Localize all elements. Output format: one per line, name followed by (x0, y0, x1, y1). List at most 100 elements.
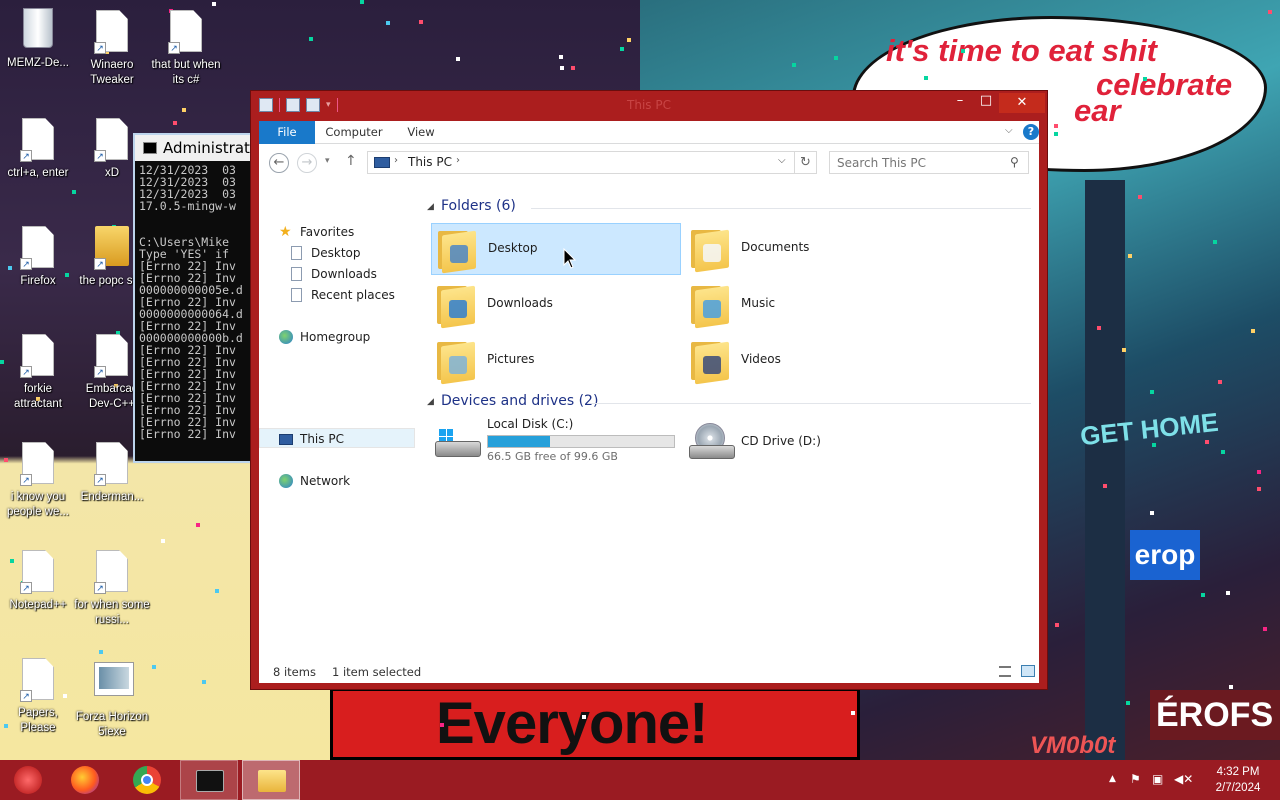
chrome-icon (133, 766, 161, 794)
folder-tile-downloads[interactable]: Downloads (431, 279, 681, 331)
folder-tile-pictures[interactable]: Pictures (431, 335, 681, 387)
taskbar-command-prompt[interactable] (180, 760, 238, 800)
star-icon: ★ (279, 224, 292, 240)
nav-homegroup[interactable]: Homegroup (259, 327, 370, 347)
nav-favorite-recent-places[interactable]: Recent places (259, 285, 395, 305)
clock[interactable]: 4:32 PM 2/7/2024 (1198, 764, 1278, 796)
taskbar-file-explorer[interactable] (242, 760, 300, 800)
network-tray-icon[interactable]: ▣ (1152, 772, 1163, 786)
taskbar-firefox[interactable] (56, 760, 114, 800)
confetti-piece (152, 665, 156, 669)
navigation-pane: ★ Favorites Desktop Downloads Recent pla… (259, 184, 419, 654)
desktop-icon[interactable]: Forza Horizon 5iexe (74, 658, 150, 740)
drives-group-header[interactable]: ◢ Devices and drives (2) (427, 393, 1033, 413)
nav-network[interactable]: Network (259, 471, 350, 491)
shortcut-doc-icon: ↗ (20, 442, 56, 486)
drive-local-disk-c[interactable]: Local Disk (C:) 66.5 GB free of 99.6 GB (431, 417, 681, 469)
wallpaper-city-sign-2: ÉROFS (1150, 690, 1280, 740)
folder-music-icon (691, 284, 731, 329)
folder-tile-music[interactable]: Music (685, 279, 935, 331)
group-divider (591, 403, 1031, 404)
details-view-icon[interactable] (999, 666, 1011, 677)
folders-group-header[interactable]: ◢ Folders (6) (427, 198, 1033, 218)
nav-favorite-downloads[interactable]: Downloads (259, 264, 377, 284)
expand-ribbon-icon[interactable]: ⌵ (1005, 125, 1013, 136)
drive-cd-d[interactable]: CD Drive (D:) (685, 417, 935, 469)
confetti-piece (215, 589, 219, 593)
file-explorer-window[interactable]: ▾ This PC – □ ✕ File Computer View ⌵ ? ←… (250, 90, 1048, 690)
confetti-piece (202, 680, 206, 684)
shortcut-doc-icon: ↗ (168, 10, 204, 54)
desktop-icon-label: ctrl+a, enter (7, 167, 69, 179)
confetti-piece (620, 47, 624, 51)
folder-tile-documents[interactable]: Documents (685, 223, 935, 275)
cmd-icon (143, 142, 157, 154)
nav-favorites[interactable]: ★ Favorites (259, 222, 354, 242)
folder-label: Pictures (487, 352, 535, 366)
desktop-icon[interactable]: ↗ Firefox (0, 226, 76, 289)
breadcrumb-this-pc[interactable]: This PC (408, 155, 452, 169)
wallpaper-tower (1085, 180, 1125, 760)
status-selection: 1 item selected (332, 665, 422, 679)
collapse-triangle-icon[interactable]: ◢ (427, 202, 434, 212)
folder-tile-desktop[interactable]: Desktop (431, 223, 681, 275)
wallpaper-city-sign: erop (1130, 530, 1200, 580)
close-button[interactable]: ✕ (999, 93, 1045, 113)
console-window[interactable]: Administrator 12/31/2023 03 12/31/2023 03… (133, 133, 263, 463)
confetti-piece (1201, 593, 1205, 597)
desktop-icon[interactable]: ↗ Papers, Please (0, 658, 76, 736)
taskbar: ▲ ⚑ ▣ ◀✕ 4:32 PM 2/7/2024 (0, 760, 1280, 800)
desktop-icon[interactable]: ↗ forkie attractant (0, 334, 76, 412)
collapse-triangle-icon[interactable]: ◢ (427, 397, 434, 407)
desktop-icon[interactable]: ↗ for when some russi... (74, 550, 150, 628)
folder-label: Desktop (488, 241, 538, 255)
search-box[interactable]: ⚲ (829, 151, 1029, 174)
minimize-button[interactable]: – (947, 91, 973, 111)
desktop-icon[interactable]: ↗ ctrl+a, enter (0, 118, 76, 181)
refresh-button[interactable]: ↻ (795, 151, 817, 174)
folder-tile-videos[interactable]: Videos (685, 335, 935, 387)
cd-drive-icon (689, 423, 735, 459)
desktop-icon[interactable]: ↗ Notepad++ (0, 550, 76, 613)
forward-button[interactable]: → (297, 153, 317, 173)
volume-muted-icon[interactable]: ◀✕ (1174, 772, 1193, 786)
start-button[interactable] (0, 760, 58, 800)
show-hidden-icons[interactable]: ▲ (1109, 774, 1116, 784)
desktop-icon[interactable]: ↗ that but when its c# (148, 10, 224, 88)
breadcrumb-chevron-icon[interactable]: › (456, 155, 460, 166)
up-button[interactable]: ↑ (345, 153, 357, 169)
back-button[interactable]: ← (269, 153, 289, 173)
explorer-titlebar[interactable]: ▾ This PC – □ ✕ (251, 91, 1047, 121)
breadcrumb-separator-icon[interactable]: › (394, 155, 398, 166)
nav-this-pc[interactable]: This PC (259, 429, 344, 449)
nav-item-label: Downloads (311, 267, 377, 281)
action-center-flag-icon[interactable]: ⚑ (1130, 772, 1141, 786)
confetti-piece (1152, 443, 1156, 447)
large-icons-view-icon[interactable] (1021, 665, 1035, 677)
desktop-icon-label: Enderman... (80, 491, 144, 503)
tab-computer[interactable]: Computer (321, 121, 387, 144)
help-icon[interactable]: ? (1023, 124, 1039, 140)
desktop-icon[interactable]: ↗ Winaero Tweaker (74, 10, 150, 88)
confetti-piece (360, 0, 364, 4)
confetti-piece (1213, 240, 1217, 244)
desktop-icon[interactable]: MEMZ-De... (0, 8, 76, 71)
desktop-icon[interactable]: ↗ i know you people we... (0, 442, 76, 520)
address-dropdown-icon[interactable]: ⌵ (778, 155, 786, 166)
downloads-small-icon (291, 267, 302, 281)
taskbar-chrome[interactable] (118, 760, 176, 800)
tab-view[interactable]: View (397, 121, 445, 144)
recent-locations-icon[interactable]: ▾ (325, 156, 330, 166)
tab-file[interactable]: File (259, 121, 315, 144)
maximize-button[interactable]: □ (973, 91, 999, 111)
console-titlebar[interactable]: Administrator (135, 135, 261, 161)
address-bar[interactable]: › This PC › ⌵ (367, 151, 795, 174)
confetti-piece (834, 56, 838, 60)
console-line: [Errno 22] Inv (139, 427, 236, 441)
computer-icon (279, 434, 293, 445)
nav-favorite-desktop[interactable]: Desktop (259, 243, 361, 263)
confetti-piece (182, 108, 186, 112)
search-input[interactable] (830, 152, 1006, 173)
console-title-text: Administrator (163, 139, 261, 157)
search-icon[interactable]: ⚲ (1010, 155, 1019, 169)
